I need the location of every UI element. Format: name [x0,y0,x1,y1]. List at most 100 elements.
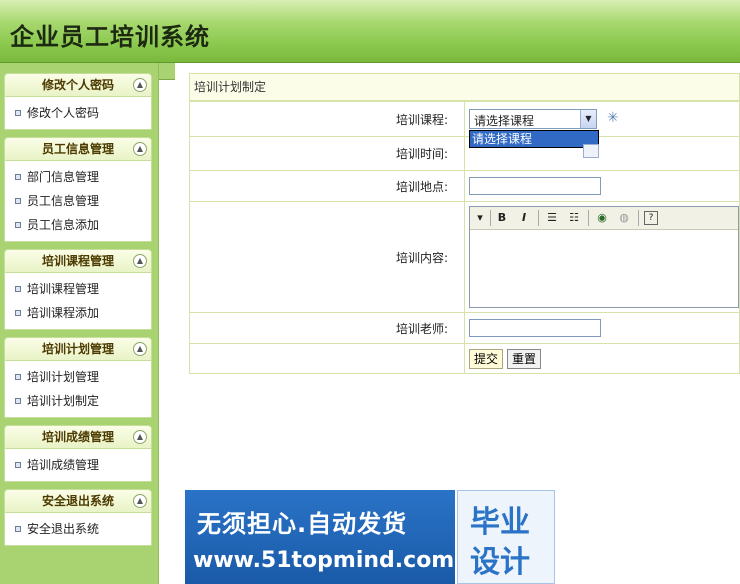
form-row-content: 培训内容: ▾ B I ☰ ☷ ◉ ◍ ? [189,201,740,313]
sidebar-group-header[interactable]: 培训成绩管理 ▲ [4,425,152,449]
teacher-input[interactable] [469,319,601,337]
sidebar-group-title: 修改个人密码 [41,78,114,92]
sidebar-group-logout: 安全退出系统 ▲ 安全退出系统 [4,489,152,546]
app-header: 企业员工培训系统 [0,0,740,63]
toolbar-separator [638,210,639,226]
bullet-icon [15,285,21,292]
toolbar-separator [588,210,589,226]
ad-slogan: 无须担心.自动发货 [197,510,408,538]
bullet-icon [15,109,21,116]
sidebar-group-header[interactable]: 修改个人密码 ▲ [4,73,152,97]
sidebar-item-score-manage[interactable]: 培训成绩管理 [5,453,151,477]
place-label: 培训地点: [189,170,465,202]
bullet-icon [15,525,21,532]
sidebar-item-label: 员工信息管理 [27,194,100,208]
sidebar-group-title: 培训课程管理 [41,254,114,268]
dropdown-arrow-icon[interactable]: ▼ [580,110,596,128]
place-field-cell [464,170,740,202]
form-row-actions: 提交 重置 [189,343,740,374]
sidebar-group-employee: 员工信息管理 ▲ 部门信息管理 员工信息管理 员工信息添加 [4,137,152,242]
bullet-icon [15,197,21,204]
ad-banner[interactable]: 无须担心.自动发货 www.51topmind.com 毕业 设计 [185,490,555,584]
sidebar-group-header[interactable]: 培训计划管理 ▲ [4,337,152,361]
sidebar-item-plan-create[interactable]: 培训计划制定 [5,389,151,413]
submit-button[interactable]: 提交 [469,348,504,369]
sidebar-group-header[interactable]: 员工信息管理 ▲ [4,137,152,161]
sidebar-item-label: 培训计划制定 [27,394,100,408]
content-label: 培训内容: [189,201,465,313]
sidebar-item-course-manage[interactable]: 培训课程管理 [5,277,151,301]
form-title: 培训计划制定 [189,73,740,101]
ordered-list-icon[interactable]: ☰ [544,210,560,226]
content-field-cell: ▾ B I ☰ ☷ ◉ ◍ ? [464,201,740,313]
unordered-list-icon[interactable]: ☷ [566,210,582,226]
sidebar-group-body: 安全退出系统 [4,513,152,546]
bullet-icon [15,309,21,316]
sidebar-group-body: 修改个人密码 [4,97,152,130]
splitter-handle[interactable] [159,63,175,80]
collapse-icon[interactable]: ▲ [133,78,147,92]
time-label: 培训时间: [189,136,465,171]
ad-right-panel: 毕业 设计 [457,490,555,584]
sidebar-group-body: 部门信息管理 员工信息管理 员工信息添加 [4,161,152,242]
bullet-icon [15,373,21,380]
unlink-icon[interactable]: ◍ [616,210,632,226]
sidebar-group-title: 安全退出系统 [41,494,114,508]
form-row-teacher: 培训老师: [189,312,740,344]
sidebar-splitter[interactable] [158,63,175,584]
calendar-icon[interactable] [583,144,599,158]
bullet-icon [15,397,21,404]
collapse-icon[interactable]: ▲ [133,142,147,156]
help-icon[interactable]: ? [644,211,658,225]
sidebar-item-plan-manage[interactable]: 培训计划管理 [5,365,151,389]
collapse-icon[interactable]: ▲ [133,494,147,508]
sidebar-item-course-add[interactable]: 培训课程添加 [5,301,151,325]
plan-form-panel: 培训计划制定 培训课程: 请选择课程 ▼ ✳ 请选择课程 培训时间: 培训地点: [189,73,740,374]
sidebar: 修改个人密码 ▲ 修改个人密码 员工信息管理 ▲ 部门信息管理 员工信息管理 员… [0,63,158,584]
bullet-icon [15,173,21,180]
collapse-icon[interactable]: ▲ [133,430,147,444]
editor-toolbar: ▾ B I ☰ ☷ ◉ ◍ ? [470,207,738,230]
sidebar-item-logout[interactable]: 安全退出系统 [5,517,151,541]
app-title: 企业员工培训系统 [10,23,210,51]
time-field-cell [464,136,740,171]
sidebar-group-password: 修改个人密码 ▲ 修改个人密码 [4,73,152,130]
sidebar-group-title: 培训计划管理 [41,342,114,356]
sidebar-item-employee-add[interactable]: 员工信息添加 [5,213,151,237]
reset-button[interactable]: 重置 [507,348,542,369]
sidebar-item-change-password[interactable]: 修改个人密码 [5,101,151,125]
bullet-icon [15,221,21,228]
italic-button[interactable]: I [516,210,532,226]
collapse-icon[interactable]: ▲ [133,254,147,268]
sidebar-group-body: 培训计划管理 培训计划制定 [4,361,152,418]
course-select-value: 请选择课程 [474,114,535,128]
sidebar-item-label: 培训成绩管理 [27,458,100,472]
toolbar-expand-icon[interactable]: ▾ [472,210,488,226]
sidebar-group-title: 员工信息管理 [41,142,114,156]
sidebar-item-label: 培训课程添加 [27,306,100,320]
bold-button[interactable]: B [494,210,510,226]
content-editor[interactable]: ▾ B I ☰ ☷ ◉ ◍ ? [469,206,739,308]
sidebar-item-employee-manage[interactable]: 员工信息管理 [5,189,151,213]
sidebar-item-label: 修改个人密码 [27,106,100,120]
sidebar-group-course: 培训课程管理 ▲ 培训课程管理 培训课程添加 [4,249,152,330]
collapse-icon[interactable]: ▲ [133,342,147,356]
ad-url: www.51topmind.com [193,548,455,573]
actions-cell: 提交 重置 [464,343,740,374]
place-input[interactable] [469,177,601,195]
form-row-place: 培训地点: [189,170,740,202]
sidebar-group-header[interactable]: 安全退出系统 ▲ [4,489,152,513]
course-select[interactable]: 请选择课程 ▼ [469,109,597,129]
ad-left-panel: 无须担心.自动发货 www.51topmind.com [185,490,455,584]
sidebar-item-label: 部门信息管理 [27,170,100,184]
link-icon[interactable]: ◉ [594,210,610,226]
sidebar-group-header[interactable]: 培训课程管理 ▲ [4,249,152,273]
course-label: 培训课程: [189,101,465,137]
teacher-field-cell [464,312,740,344]
sidebar-item-label: 员工信息添加 [27,218,100,232]
toolbar-separator [490,210,491,226]
form-row-time: 培训时间: [189,136,740,171]
sidebar-item-department-manage[interactable]: 部门信息管理 [5,165,151,189]
sidebar-item-label: 培训课程管理 [27,282,100,296]
bullet-icon [15,461,21,468]
